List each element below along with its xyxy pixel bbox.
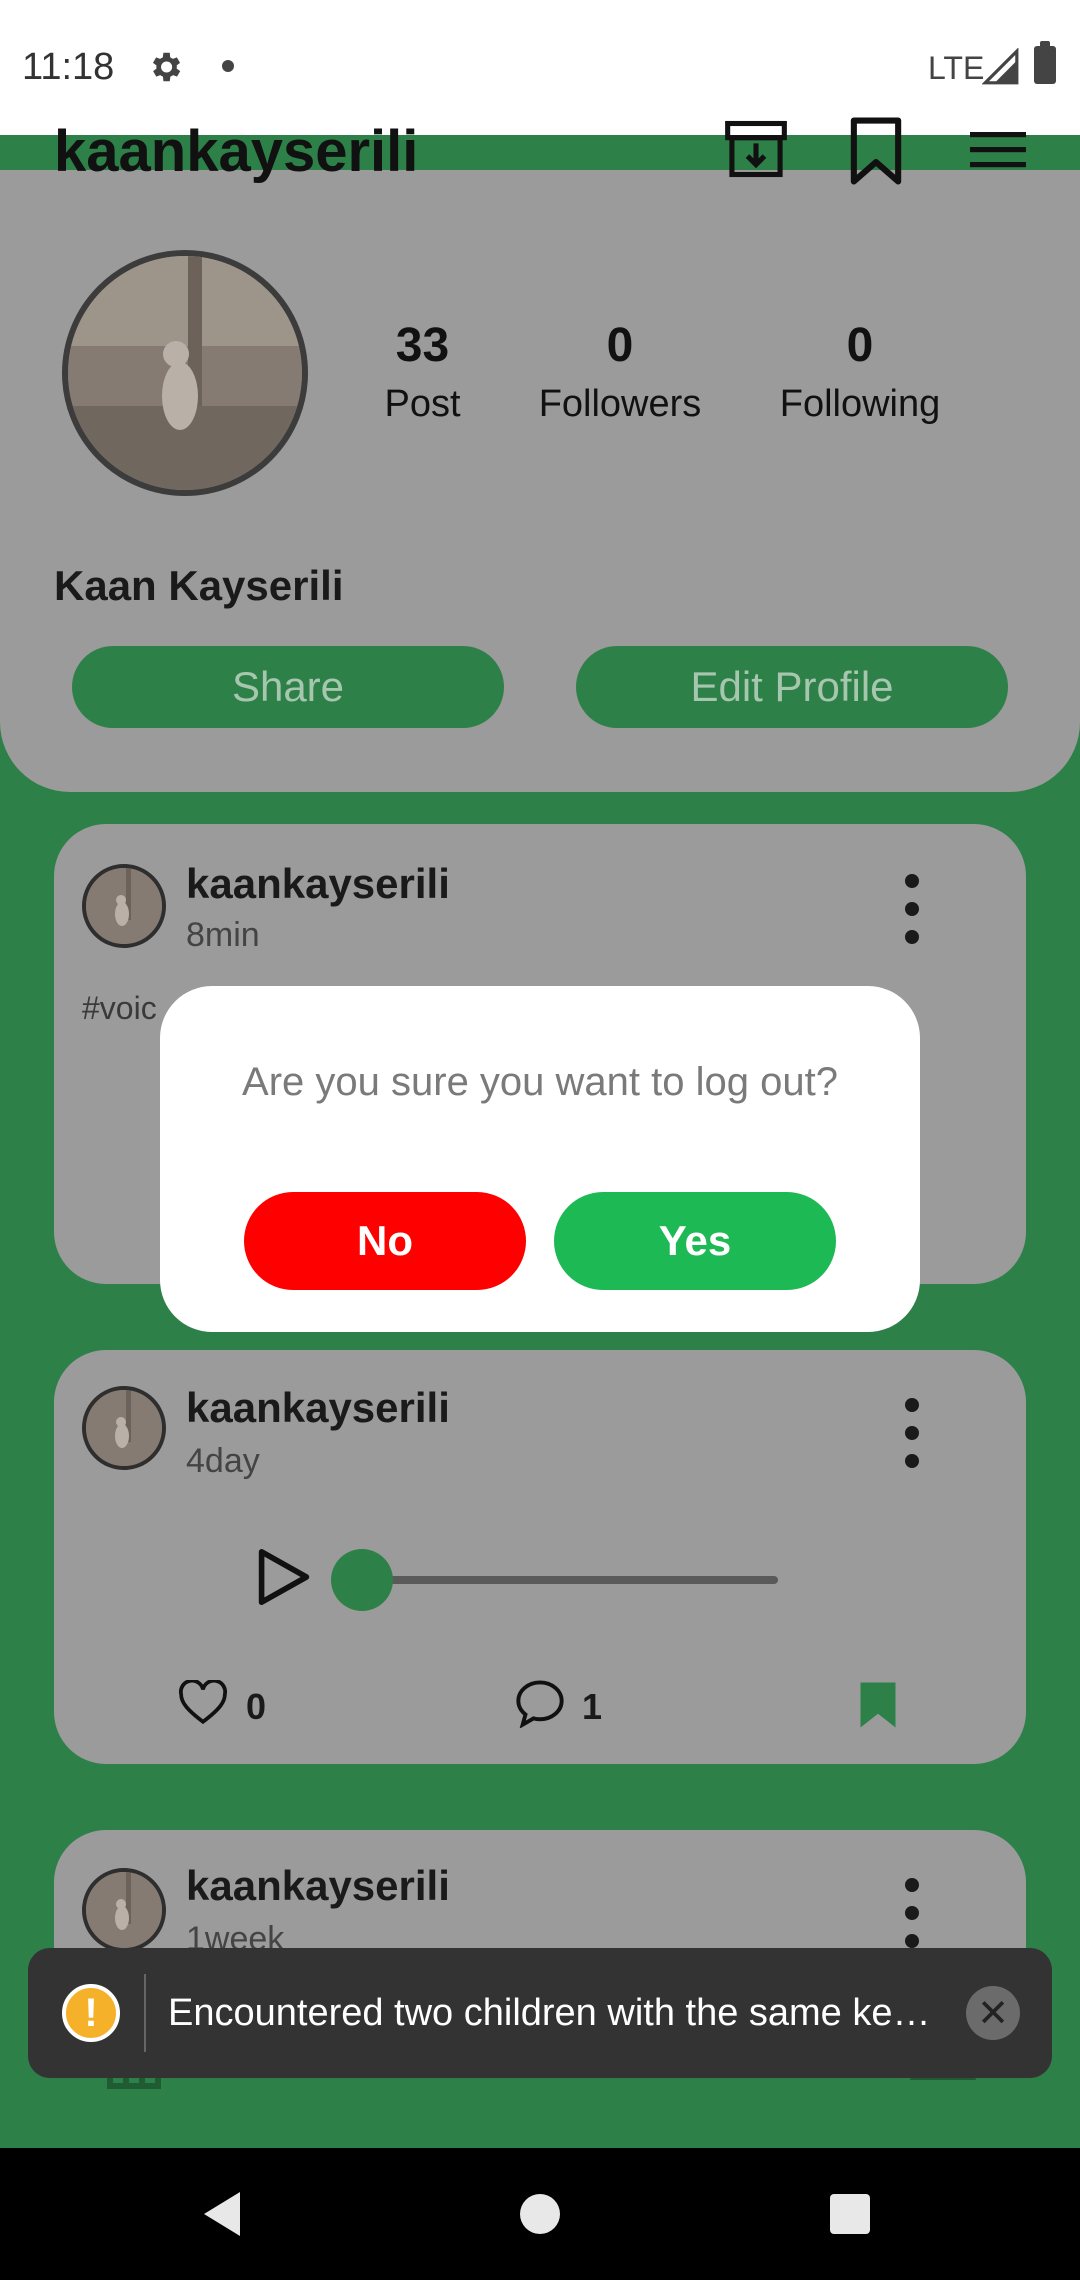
- settings-gear-icon: [152, 52, 181, 82]
- like-count: 0: [246, 1686, 267, 1727]
- home-circle-icon[interactable]: [520, 2194, 560, 2234]
- audio-progress-knob[interactable]: [331, 1549, 393, 1611]
- toast-divider: [144, 1974, 146, 2052]
- cat-photo-icon: [86, 1390, 162, 1466]
- battery-icon: [1034, 41, 1056, 84]
- post-avatar[interactable]: [82, 1868, 166, 1952]
- cat-photo-icon: [86, 868, 162, 944]
- post-hashtag[interactable]: #voic: [82, 990, 157, 1027]
- post-username[interactable]: kaankayserili: [186, 860, 450, 908]
- system-navigation-bar: [0, 2148, 1080, 2280]
- toast-message: Encountered two children with the same k…: [168, 1992, 931, 2034]
- post-more-icon[interactable]: [902, 1398, 922, 1468]
- post-time: 8min: [186, 916, 260, 954]
- heart-icon[interactable]: [178, 1680, 228, 1726]
- post-more-icon[interactable]: [902, 1878, 922, 1948]
- close-icon[interactable]: ✕: [966, 1986, 1020, 2040]
- profile-username-title: kaankayserili: [54, 119, 419, 184]
- cat-photo-icon: [86, 1872, 162, 1948]
- archive-download-icon[interactable]: [722, 115, 790, 183]
- recents-icon[interactable]: [830, 2194, 870, 2234]
- bookmark-filled-icon[interactable]: [858, 1680, 898, 1730]
- notification-dot-icon: [222, 60, 234, 72]
- cat-photo-icon: [68, 256, 302, 490]
- post-username[interactable]: kaankayserili: [186, 1384, 450, 1432]
- menu-hamburger-icon[interactable]: [970, 128, 1026, 172]
- network-type: LTE: [928, 50, 985, 86]
- audio-progress-track[interactable]: [354, 1576, 778, 1584]
- profile-avatar[interactable]: [62, 250, 308, 496]
- play-icon[interactable]: [256, 1546, 312, 1608]
- warning-icon: !: [62, 1984, 120, 2042]
- no-button[interactable]: No: [244, 1192, 526, 1290]
- comment-count: 1: [582, 1686, 603, 1727]
- share-button[interactable]: Share: [72, 646, 504, 728]
- post-more-icon[interactable]: [902, 874, 922, 944]
- back-icon[interactable]: [204, 2192, 240, 2236]
- stat-posts[interactable]: 33 Post: [360, 318, 485, 426]
- dialog-message: Are you sure you want to log out?: [242, 1060, 838, 1104]
- post-avatar[interactable]: [82, 864, 166, 948]
- post-username[interactable]: kaankayserili: [186, 1862, 450, 1910]
- profile-full-name: Kaan Kayserili: [54, 562, 344, 609]
- post-time: 4day: [186, 1442, 260, 1480]
- post-avatar[interactable]: [82, 1386, 166, 1470]
- stat-followers[interactable]: 0 Followers: [520, 318, 720, 426]
- yes-button[interactable]: Yes: [554, 1192, 836, 1290]
- edit-profile-button[interactable]: Edit Profile: [576, 646, 1008, 728]
- stat-following[interactable]: 0 Following: [760, 318, 960, 426]
- status-bar: 11:18 LTE: [0, 0, 1080, 135]
- comment-icon[interactable]: [514, 1678, 566, 1728]
- logout-dialog: Are you sure you want to log out? No Yes: [160, 986, 920, 1332]
- signal-icon: [982, 48, 1019, 85]
- bookmark-icon[interactable]: [848, 115, 904, 187]
- status-time: 11:18: [22, 46, 115, 88]
- error-toast[interactable]: ! Encountered two children with the same…: [28, 1948, 1052, 2078]
- post-card[interactable]: kaankayserili 4day 0 1: [54, 1350, 1026, 1764]
